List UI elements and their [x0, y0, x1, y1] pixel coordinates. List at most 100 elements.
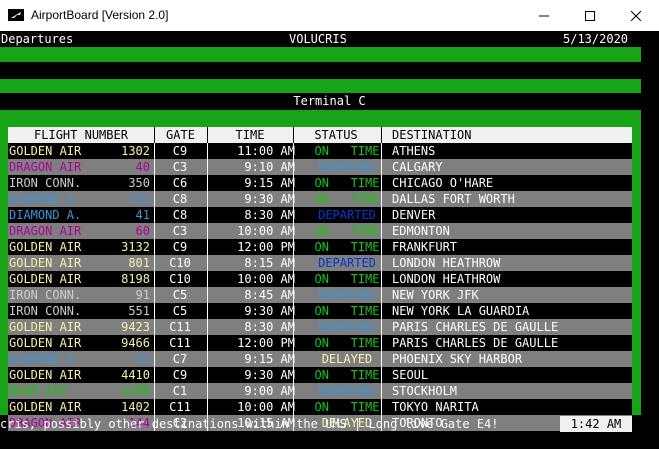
minimize-button[interactable] — [521, 0, 567, 31]
airline-cell: GOLDEN AIR — [9, 320, 82, 334]
maximize-button[interactable] — [567, 0, 613, 31]
gate-cell: C5 — [172, 288, 188, 302]
time-cell: 9:30 AM — [244, 304, 295, 318]
destination-cell: NEW YORK JFK — [392, 288, 479, 302]
column-divider — [154, 319, 155, 335]
column-divider — [381, 351, 382, 367]
destination-cell: SEOUL — [392, 368, 429, 382]
airline-cell: DIAMOND A. — [9, 352, 82, 366]
column-divider — [381, 175, 382, 191]
status-cell: ON TIME — [314, 192, 380, 206]
maximize-icon — [585, 10, 595, 21]
close-button[interactable] — [613, 0, 659, 31]
destination-cell: CHICAGO O'HARE — [392, 176, 494, 190]
flight-row: DIAMOND A. 41 C8 8:30 AM DEPARTED DENVER — [8, 207, 632, 223]
flight-number-cell: 9423 — [121, 320, 150, 334]
destination-cell: LONDON HEATHROW — [392, 256, 501, 270]
column-divider — [207, 159, 208, 175]
gate-cell: C1 — [172, 384, 188, 398]
header-flight-number: FLIGHT NUMBER — [34, 128, 128, 142]
airline-cell: GOLDEN AIR — [9, 256, 82, 270]
flight-row: DRAGON AIR 60 C3 10:00 AM ON TIME EDMONTON — [8, 223, 632, 239]
gate-cell: C3 — [172, 160, 188, 174]
destination-cell: ATHENS — [392, 144, 436, 158]
airline-cell: IRON CONN. — [9, 288, 82, 302]
column-divider — [154, 191, 155, 207]
destination-cell: CALGARY — [392, 160, 443, 174]
column-divider — [207, 271, 208, 287]
status-cell: DEPARTED — [318, 256, 376, 270]
airline-cell: IRON CONN. — [9, 304, 82, 318]
time-cell: 11:00 AM — [237, 144, 295, 158]
flight-row: GOLDEN AIR 3132 C9 12:00 PM ON TIME FRANKFURT — [8, 239, 632, 255]
column-divider — [154, 335, 155, 351]
time-cell: 9:30 AM — [244, 368, 295, 382]
column-divider — [381, 399, 382, 415]
column-divider — [154, 271, 155, 287]
column-divider — [293, 351, 294, 367]
column-divider — [207, 239, 208, 255]
flight-number-cell: 551 — [128, 304, 150, 318]
column-divider — [381, 239, 382, 255]
status-cell: ON TIME — [314, 400, 380, 414]
column-divider — [207, 319, 208, 335]
column-divider — [207, 191, 208, 207]
column-divider — [293, 383, 294, 399]
time-cell: 9:15 AM — [244, 352, 295, 366]
column-divider — [207, 255, 208, 271]
clock: 1:42 AM — [560, 416, 632, 432]
status-cell: BOARDING — [318, 288, 376, 302]
airline-cell: GOLDEN AIR — [9, 144, 82, 158]
flight-number-cell: 3132 — [121, 240, 150, 254]
status-cell: BOARDING — [318, 384, 376, 398]
column-divider — [293, 207, 294, 223]
airline-cell: GOLDEN AIR — [9, 400, 82, 414]
green-border-left — [0, 127, 8, 415]
header-line: Departures VOLUCRIS 5/13/2020 — [0, 31, 659, 47]
airline-cell: GOLDEN AIR — [9, 272, 82, 286]
flight-row: GOLDEN AIR 9466 C11 12:00 PM ON TIME PARIS CH… — [8, 335, 632, 351]
flight-number-cell: 5280 — [121, 384, 150, 398]
destination-cell: PHOENIX SKY HARBOR — [392, 352, 523, 366]
departures-label: Departures — [1, 32, 74, 46]
flight-number-cell: 32 — [135, 352, 150, 366]
column-divider — [381, 159, 382, 175]
flight-rows: GOLDEN AIR 1302 C9 11:00 AM ON TIME ATHENS DRA… — [8, 143, 632, 431]
status-cell: DEPARTED — [318, 208, 376, 222]
column-divider — [207, 287, 208, 303]
destination-cell: LONDON HEATHROW — [392, 272, 501, 286]
column-divider — [381, 191, 382, 207]
destination-cell: TOKYO NARITA — [392, 400, 479, 414]
airline-cell: GOLDEN AIR — [9, 368, 82, 382]
column-divider — [207, 351, 208, 367]
green-border-right — [632, 127, 641, 415]
column-divider — [381, 223, 382, 239]
time-cell: 10:00 AM — [237, 400, 295, 414]
column-divider — [293, 271, 294, 287]
flight-row: IRON CONN. 350 C6 9:15 AM ON TIME CHICAGO O'H… — [8, 175, 632, 191]
column-divider — [207, 223, 208, 239]
flight-number-cell: 41 — [135, 208, 150, 222]
column-header-row: FLIGHT NUMBER GATE TIME STATUS DESTINATI… — [8, 127, 632, 143]
gate-cell: C8 — [172, 208, 188, 222]
column-divider — [154, 175, 155, 191]
column-divider — [154, 207, 155, 223]
green-bar-lower — [0, 110, 641, 127]
flight-number-cell: 91 — [135, 288, 150, 302]
airline-cell: GOLDEN AIR — [9, 240, 82, 254]
destination-cell: EDMONTON — [392, 224, 450, 238]
flight-number-cell: 1402 — [121, 400, 150, 414]
minimize-icon — [539, 15, 549, 16]
status-cell: DELAYED — [321, 352, 373, 366]
header-time: TIME — [235, 128, 265, 142]
column-divider — [381, 271, 382, 287]
gate-cell: C9 — [172, 144, 188, 158]
time-cell: 8:15 AM — [244, 256, 295, 270]
flight-number-cell: 40 — [135, 160, 150, 174]
column-divider — [154, 287, 155, 303]
gate-cell: C8 — [172, 192, 188, 206]
column-divider — [154, 367, 155, 383]
gate-cell: C7 — [172, 352, 188, 366]
column-divider — [381, 287, 382, 303]
time-cell: 9:10 AM — [244, 160, 295, 174]
